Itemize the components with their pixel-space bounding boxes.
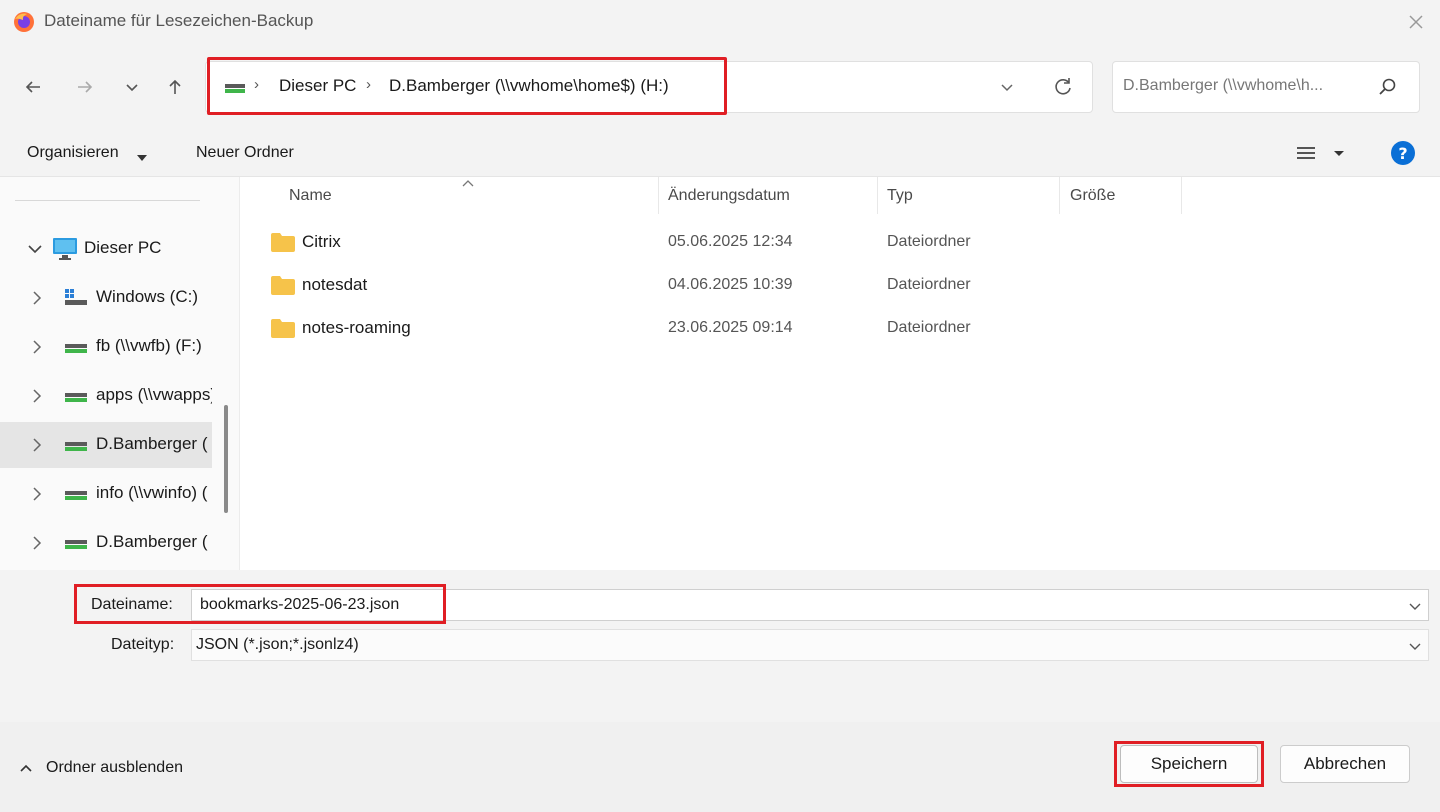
breadcrumb-home-drive[interactable]: D.Bamberger (\\vwhome\home$) (H:) — [389, 76, 669, 96]
sidebar-item-label: D.Bamberger ( — [96, 434, 208, 453]
sidebar-item-apps-drive[interactable]: apps (\\vwapps) ( — [0, 373, 212, 419]
network-drive-icon — [65, 344, 87, 353]
folder-icon — [271, 233, 295, 252]
file-name: notes-roaming — [302, 318, 411, 337]
network-drive-icon — [65, 442, 87, 451]
chevron-down-icon — [1409, 643, 1421, 650]
hide-folders-label: Ordner ausblenden — [46, 759, 183, 776]
chevron-right-icon — [33, 340, 42, 354]
file-type: Dateiordner — [887, 319, 971, 336]
filetype-select[interactable]: JSON (*.json;*.jsonlz4) — [191, 629, 1429, 661]
sidebar-item-home-drive[interactable]: D.Bamberger ( — [0, 422, 212, 468]
network-drive-icon — [65, 491, 87, 500]
column-separator — [877, 177, 878, 214]
file-name: notesdat — [302, 275, 368, 294]
search-icon — [1378, 77, 1398, 102]
new-folder-button[interactable]: Neuer Ordner — [196, 144, 294, 162]
column-header-type[interactable]: Typ — [887, 187, 913, 205]
hide-folders-button[interactable]: Ordner ausblenden — [18, 759, 183, 777]
folder-icon — [271, 276, 295, 295]
close-icon — [1409, 15, 1423, 29]
arrow-right-icon — [78, 81, 93, 93]
chevron-right-icon — [33, 438, 42, 452]
refresh-button[interactable] — [1052, 76, 1074, 103]
refresh-icon — [1055, 78, 1071, 95]
firefox-icon — [12, 10, 36, 34]
network-drive-icon — [224, 80, 246, 101]
close-button[interactable] — [1398, 6, 1434, 38]
network-drive-icon — [65, 393, 87, 402]
sidebar-item-label: apps (\\vwapps) ( — [96, 385, 212, 404]
organize-button[interactable]: Organisieren — [27, 144, 119, 162]
sidebar-item-label: D.Bamberger ( — [96, 532, 208, 551]
windows-drive-icon — [65, 289, 87, 305]
sidebar-scrollbar[interactable] — [224, 405, 228, 513]
column-header-name[interactable]: Name — [289, 187, 332, 205]
sidebar-item-label: Windows (C:) — [96, 287, 199, 306]
chevron-right-icon — [33, 536, 42, 550]
sidebar-item-windows-c[interactable]: Windows (C:) — [0, 275, 212, 321]
arrow-up-icon — [169, 79, 181, 94]
view-options-button[interactable] — [1295, 143, 1353, 168]
save-button[interactable]: Speichern — [1120, 745, 1258, 783]
file-type: Dateiordner — [887, 233, 971, 250]
address-dropdown-button[interactable] — [998, 78, 1016, 101]
sort-ascending-icon — [461, 174, 475, 194]
folder-icon — [271, 319, 295, 338]
window-title: Dateiname für Lesezeichen-Backup — [44, 11, 314, 30]
breadcrumb-this-pc[interactable]: Dieser PC — [279, 76, 356, 96]
file-row[interactable]: notes-roaming 23.06.2025 09:14 Dateiordn… — [270, 317, 1190, 343]
back-button[interactable] — [16, 70, 50, 104]
sidebar-item-fb-drive[interactable]: fb (\\vwfb) (F:) — [0, 324, 212, 370]
file-row[interactable]: Citrix 05.06.2025 12:34 Dateiordner — [270, 231, 1190, 257]
cancel-button[interactable]: Abbrechen — [1280, 745, 1410, 783]
chevron-down-icon — [1001, 84, 1013, 92]
sidebar-item-label: fb (\\vwfb) (F:) — [96, 336, 202, 355]
file-date: 04.06.2025 10:39 — [668, 276, 793, 293]
network-drive-icon — [65, 540, 87, 549]
help-icon: ? — [1391, 141, 1415, 165]
sidebar-item-second-home-drive[interactable]: D.Bamberger ( — [0, 520, 212, 566]
up-button[interactable] — [158, 70, 192, 104]
list-view-icon — [1297, 147, 1344, 159]
sidebar-divider — [15, 200, 200, 201]
computer-icon — [53, 238, 77, 260]
filename-label: Dateiname: — [91, 596, 173, 613]
file-row[interactable]: notesdat 04.06.2025 10:39 Dateiordner — [270, 274, 1190, 300]
caret-down-icon — [136, 148, 148, 168]
column-separator — [1181, 177, 1182, 214]
sidebar-item-label: Dieser PC — [84, 238, 162, 257]
chevron-down-icon — [28, 245, 42, 254]
organize-label: Organisieren — [27, 144, 119, 161]
svg-text:?: ? — [1398, 144, 1407, 163]
forward-button[interactable] — [68, 70, 102, 104]
filename-input[interactable]: bookmarks-2025-06-23.json — [200, 596, 399, 614]
help-button[interactable]: ? — [1390, 140, 1416, 171]
sidebar-item-info-drive[interactable]: info (\\vwinfo) ( — [0, 471, 212, 517]
filename-combobox[interactable]: bookmarks-2025-06-23.json — [191, 589, 1429, 621]
filetype-value: JSON (*.json;*.jsonlz4) — [196, 636, 359, 653]
chevron-right-icon — [33, 487, 42, 501]
sidebar-item-label: info (\\vwinfo) ( — [96, 483, 208, 502]
chevron-down-icon — [126, 84, 138, 92]
file-type: Dateiordner — [887, 276, 971, 293]
column-separator — [1059, 177, 1060, 214]
arrow-left-icon — [25, 81, 40, 93]
recent-locations-button[interactable] — [115, 70, 149, 104]
search-input[interactable]: D.Bamberger (\\vwhome\h... — [1123, 77, 1323, 95]
filetype-label: Dateityp: — [111, 636, 175, 653]
breadcrumb-separator-icon: › — [254, 76, 259, 93]
column-header-size[interactable]: Größe — [1070, 187, 1115, 205]
sidebar-item-this-pc[interactable]: Dieser PC — [0, 226, 212, 272]
column-header-date[interactable]: Änderungsdatum — [668, 187, 790, 205]
breadcrumb-separator-icon: › — [366, 76, 371, 93]
chevron-right-icon — [33, 389, 42, 403]
file-date: 23.06.2025 09:14 — [668, 319, 793, 336]
chevron-right-icon — [33, 291, 42, 305]
chevron-down-icon — [1409, 603, 1421, 610]
file-name: Citrix — [302, 232, 341, 251]
column-separator — [658, 177, 659, 214]
chevron-up-icon — [20, 764, 32, 772]
file-date: 05.06.2025 12:34 — [668, 233, 793, 250]
